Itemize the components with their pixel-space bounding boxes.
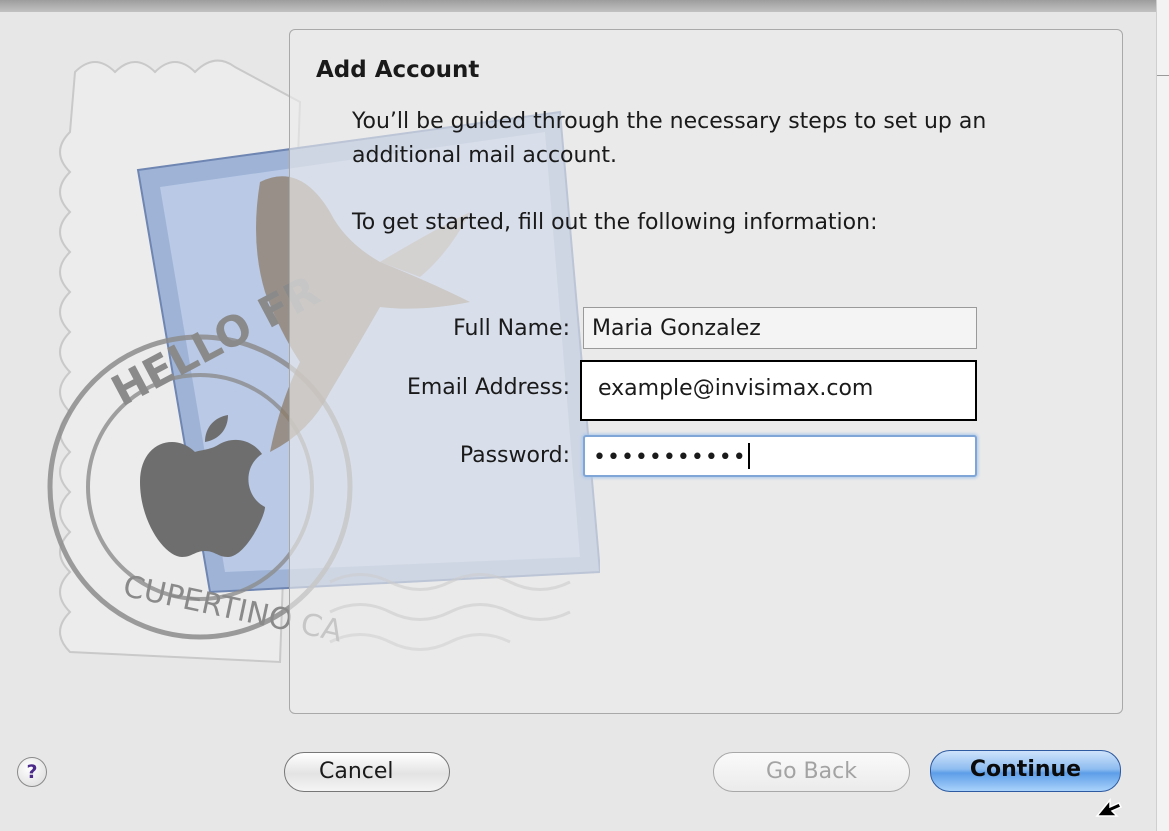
- go-back-button[interactable]: Go Back: [713, 752, 910, 792]
- email-address-label: Email Address:: [406, 375, 570, 400]
- window-right-edge: [1156, 0, 1169, 831]
- setup-panel: Add Account You’ll be guided through the…: [289, 29, 1123, 714]
- password-field[interactable]: •••••••••••: [583, 435, 977, 477]
- window-top-strip: [0, 0, 1169, 12]
- email-address-field[interactable]: example@invisimax.com: [580, 360, 977, 421]
- intro-text: You’ll be guided through the necessary s…: [352, 109, 987, 168]
- text-caret: [747, 443, 750, 469]
- password-label: Password:: [459, 443, 570, 468]
- instructions-text: To get started, fill out the following i…: [352, 210, 878, 235]
- full-name-field[interactable]: Maria Gonzalez: [583, 307, 977, 349]
- add-account-dialog: HELLO FR CUPERTINO CA Add Account You’ll…: [0, 12, 1156, 831]
- panel-title: Add Account: [316, 57, 480, 83]
- help-button[interactable]: ?: [17, 757, 47, 787]
- mouse-pointer-icon: [1095, 797, 1123, 817]
- password-dots: •••••••••••: [593, 445, 747, 470]
- cancel-button[interactable]: Cancel: [284, 752, 450, 792]
- full-name-label: Full Name:: [453, 316, 570, 341]
